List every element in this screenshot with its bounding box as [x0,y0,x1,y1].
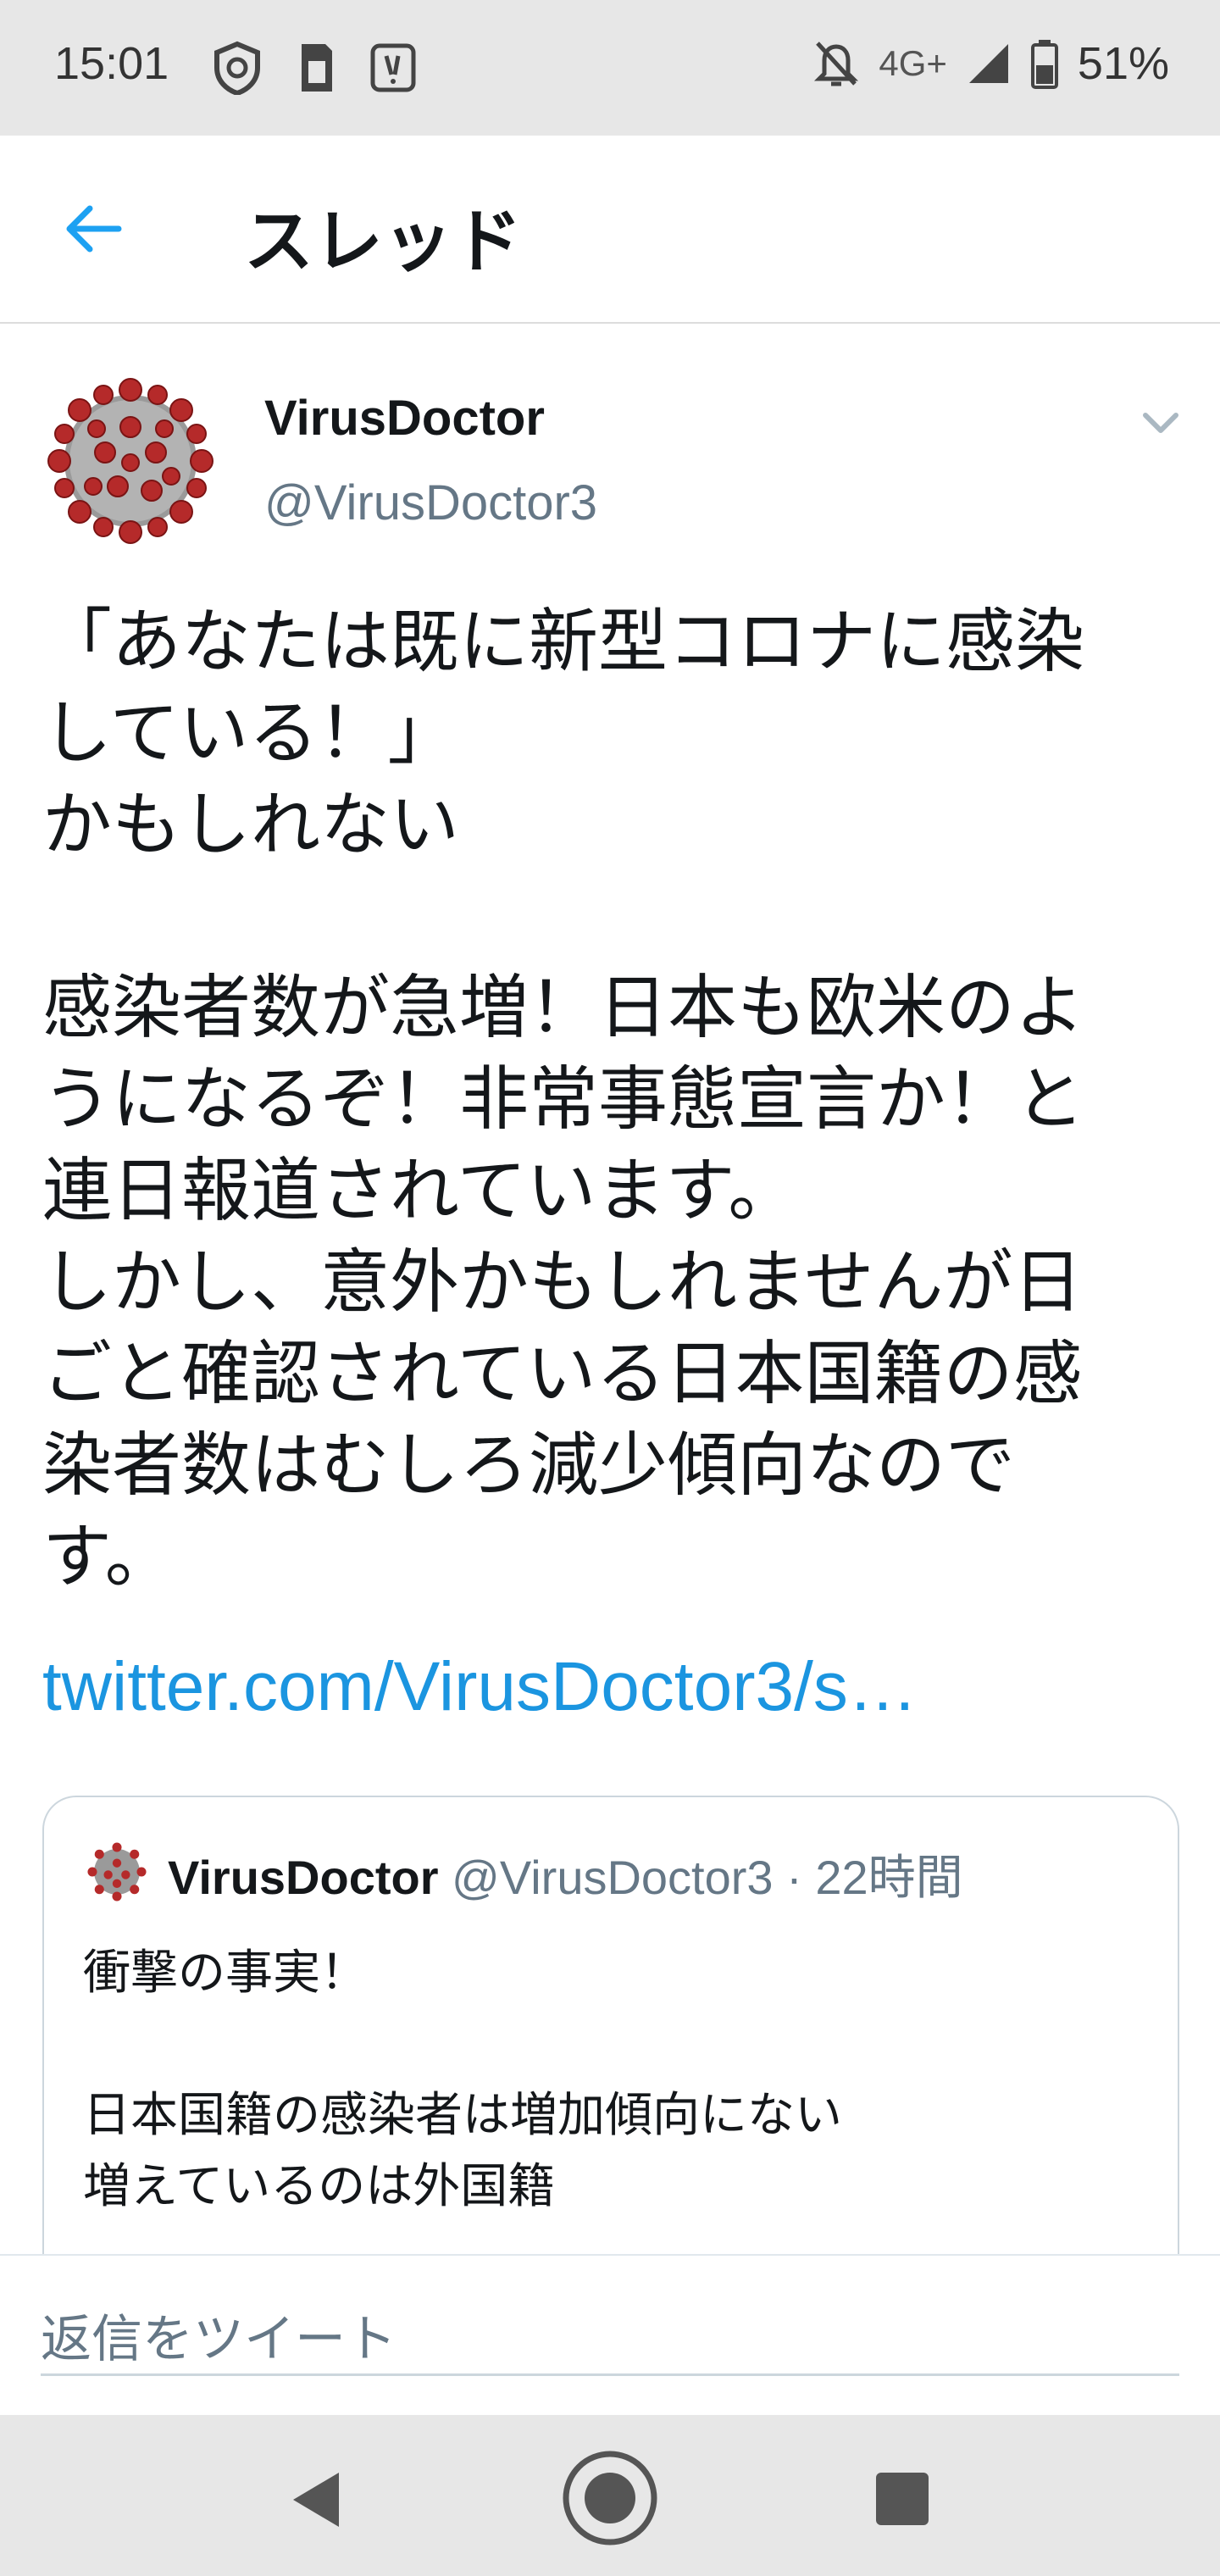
quote-header: VirusDoctor @VirusDoctor3 · 22時間 [168,1840,963,1908]
battery-icon [1030,40,1058,89]
sim-card-icon [302,44,332,92]
triangle-back-icon[interactable] [288,2468,347,2532]
status-bar: 15:01 4G+ 51% [0,0,1220,136]
navigation-bar [0,2415,1220,2576]
virus-avatar-icon [47,378,214,544]
bell-off-icon [814,42,859,86]
app-header: スレッド [0,136,1220,324]
author-handle[interactable]: @VirusDoctor3 [264,475,597,531]
shield-icon [214,41,260,95]
network-type: 4G+ [879,43,947,83]
chevron-down-icon[interactable] [1135,402,1186,444]
back-button[interactable] [51,186,136,271]
arrow-left-icon [66,205,122,253]
status-notification-icons [212,41,419,95]
square-recents-icon[interactable] [876,2473,929,2525]
page-title: スレッド [244,202,523,282]
author-name[interactable]: VirusDoctor [264,390,545,447]
signal-icon [968,44,1008,83]
quote-time: 22時間 [815,1851,963,1904]
tweet-text: 「あなたは既に新型コロナに感染 している！」 かもしれない 感染者数が急増！日本… [42,602,1085,1597]
status-time: 15:01 [54,38,169,89]
reply-bar: 返信をツイート [0,2254,1220,2415]
quote-author-name: VirusDoctor [168,1851,439,1904]
tweet-link[interactable]: twitter.com/VirusDoctor3/s… [42,1647,918,1727]
reply-input[interactable]: 返信をツイート [41,2298,1179,2376]
quote-text: 衝撃の事実！ 日本国籍の感染者は増加傾向にない 増えているのは外国籍 … [83,1946,842,2270]
avatar[interactable] [37,368,224,554]
app-notification-icon [370,43,416,92]
circle-home-icon[interactable] [561,2449,659,2547]
battery-percent: 51% [1077,38,1169,89]
quote-avatar [85,1840,149,1904]
virus-avatar-icon [87,1842,147,1901]
quote-separator: · [773,1851,816,1904]
status-system-icons: 4G+ 51% [812,37,1169,90]
quote-author-handle: @VirusDoctor3 [452,1851,774,1904]
quoted-tweet[interactable]: VirusDoctor @VirusDoctor3 · 22時間 衝撃の事実！ … [42,1796,1179,2270]
